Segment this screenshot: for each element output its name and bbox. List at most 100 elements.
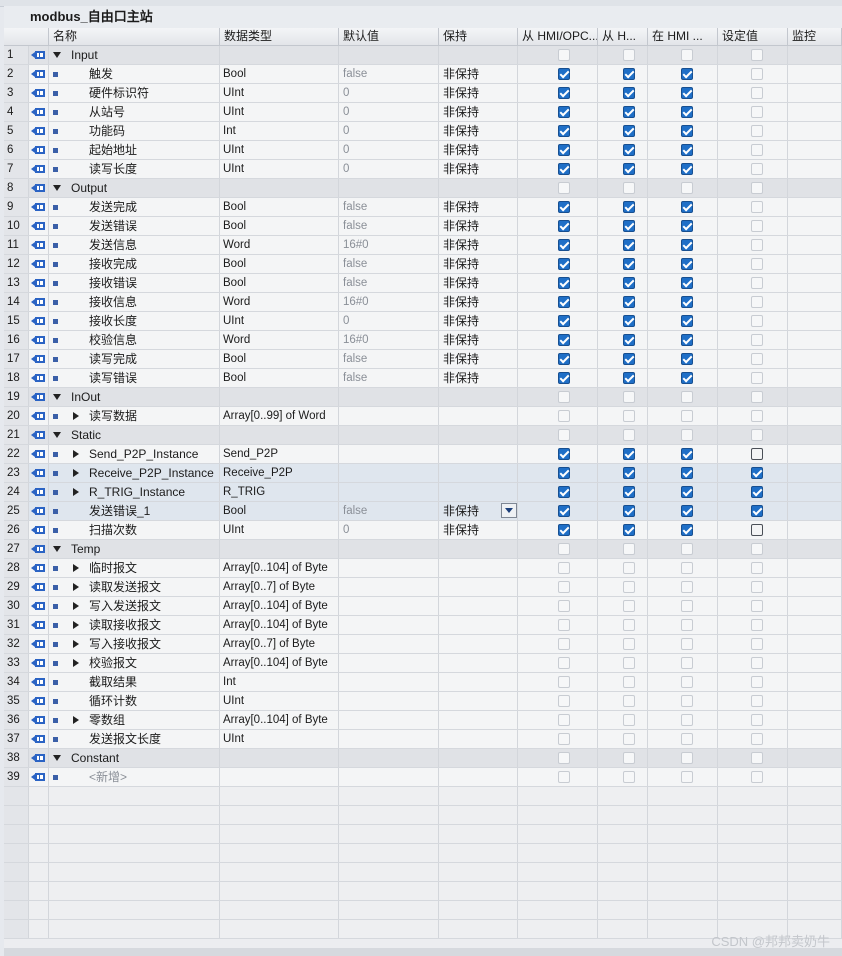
checkbox[interactable] <box>558 733 570 745</box>
checkbox[interactable] <box>681 486 693 498</box>
datatype-cell[interactable]: Array[0..104] of Byte <box>220 616 339 634</box>
checkbox[interactable] <box>558 68 570 80</box>
checkbox[interactable] <box>558 334 570 346</box>
table-row[interactable]: 29 读取发送报文 Array[0..7] of Byte <box>4 578 842 597</box>
default-value-cell[interactable] <box>339 559 439 577</box>
datatype-cell[interactable]: Bool <box>220 198 339 216</box>
checkbox[interactable] <box>558 125 570 137</box>
checkbox[interactable] <box>751 467 763 479</box>
default-value-cell[interactable]: 0 <box>339 103 439 121</box>
checkbox[interactable] <box>623 258 635 270</box>
name-cell[interactable]: 读写数据 <box>49 407 220 425</box>
name-cell[interactable]: 接收信息 <box>49 293 220 311</box>
checkbox[interactable] <box>681 467 693 479</box>
default-value-cell[interactable]: false <box>339 369 439 387</box>
checkbox[interactable] <box>751 619 763 631</box>
checkbox[interactable] <box>751 277 763 289</box>
checkbox[interactable] <box>681 106 693 118</box>
expand-arrow-icon[interactable] <box>73 716 79 724</box>
checkbox[interactable] <box>681 657 693 669</box>
checkbox[interactable] <box>681 714 693 726</box>
checkbox[interactable] <box>623 638 635 650</box>
default-value-cell[interactable] <box>339 616 439 634</box>
default-value-cell[interactable] <box>339 749 439 767</box>
checkbox[interactable] <box>681 771 693 783</box>
datatype-cell[interactable]: UInt <box>220 730 339 748</box>
default-value-cell[interactable] <box>339 426 439 444</box>
retain-cell[interactable]: 非保持 <box>439 255 518 273</box>
table-row[interactable]: 6 起始地址 UInt 0 非保持 <box>4 141 842 160</box>
default-value-cell[interactable]: false <box>339 255 439 273</box>
name-cell[interactable]: 发送错误_1 <box>49 502 220 520</box>
expand-arrow-icon[interactable] <box>73 602 79 610</box>
retain-cell[interactable] <box>439 445 518 463</box>
datatype-cell[interactable] <box>220 426 339 444</box>
checkbox[interactable] <box>681 752 693 764</box>
table-row[interactable]: 27 Temp <box>4 540 842 559</box>
checkbox[interactable] <box>681 334 693 346</box>
datatype-cell[interactable]: UInt <box>220 521 339 539</box>
table-row[interactable]: 4 从站号 UInt 0 非保持 <box>4 103 842 122</box>
name-cell[interactable]: 硬件标识符 <box>49 84 220 102</box>
default-value-cell[interactable] <box>339 597 439 615</box>
retain-cell[interactable]: 非保持 <box>439 502 518 520</box>
checkbox[interactable] <box>558 87 570 99</box>
checkbox[interactable] <box>751 296 763 308</box>
checkbox[interactable] <box>681 524 693 536</box>
checkbox[interactable] <box>623 163 635 175</box>
name-cell[interactable]: 读取发送报文 <box>49 578 220 596</box>
checkbox[interactable] <box>623 125 635 137</box>
checkbox[interactable] <box>681 201 693 213</box>
checkbox[interactable] <box>751 258 763 270</box>
checkbox[interactable] <box>623 144 635 156</box>
datatype-cell[interactable]: Bool <box>220 350 339 368</box>
checkbox[interactable] <box>558 676 570 688</box>
name-cell[interactable]: 发送完成 <box>49 198 220 216</box>
checkbox[interactable] <box>623 695 635 707</box>
default-value-cell[interactable] <box>339 692 439 710</box>
checkbox[interactable] <box>558 182 570 194</box>
default-value-cell[interactable] <box>339 388 439 406</box>
checkbox[interactable] <box>751 752 763 764</box>
checkbox[interactable] <box>558 505 570 517</box>
table-row[interactable]: 38 Constant <box>4 749 842 768</box>
name-cell[interactable]: Input <box>49 46 220 64</box>
default-value-cell[interactable]: false <box>339 65 439 83</box>
checkbox[interactable] <box>623 657 635 669</box>
datatype-cell[interactable]: Array[0..104] of Byte <box>220 597 339 615</box>
checkbox[interactable] <box>623 486 635 498</box>
checkbox[interactable] <box>558 144 570 156</box>
datatype-cell[interactable] <box>220 179 339 197</box>
checkbox[interactable] <box>623 448 635 460</box>
name-cell[interactable]: 读取接收报文 <box>49 616 220 634</box>
table-row[interactable]: 3 硬件标识符 UInt 0 非保持 <box>4 84 842 103</box>
name-cell[interactable]: Static <box>49 426 220 444</box>
table-row[interactable]: 19 InOut <box>4 388 842 407</box>
collapse-arrow-icon[interactable] <box>53 432 61 438</box>
retain-cell[interactable] <box>439 179 518 197</box>
checkbox[interactable] <box>623 733 635 745</box>
retain-cell[interactable] <box>439 426 518 444</box>
table-row[interactable]: 17 读写完成 Bool false 非保持 <box>4 350 842 369</box>
checkbox[interactable] <box>681 68 693 80</box>
checkbox[interactable] <box>751 49 763 61</box>
default-value-cell[interactable] <box>339 654 439 672</box>
table-row[interactable]: 33 校验报文 Array[0..104] of Byte <box>4 654 842 673</box>
header-default[interactable]: 默认值 <box>339 28 439 45</box>
retain-cell[interactable] <box>439 730 518 748</box>
checkbox[interactable] <box>751 486 763 498</box>
checkbox[interactable] <box>558 372 570 384</box>
expand-arrow-icon[interactable] <box>73 640 79 648</box>
checkbox[interactable] <box>623 771 635 783</box>
default-value-cell[interactable]: 0 <box>339 160 439 178</box>
retain-cell[interactable]: 非保持 <box>439 84 518 102</box>
datatype-cell[interactable]: Bool <box>220 502 339 520</box>
checkbox[interactable] <box>681 505 693 517</box>
datatype-cell[interactable]: UInt <box>220 141 339 159</box>
checkbox[interactable] <box>558 448 570 460</box>
collapse-arrow-icon[interactable] <box>53 546 61 552</box>
default-value-cell[interactable]: 16#0 <box>339 331 439 349</box>
name-cell[interactable]: 触发 <box>49 65 220 83</box>
retain-cell[interactable]: 非保持 <box>439 141 518 159</box>
checkbox[interactable] <box>623 524 635 536</box>
